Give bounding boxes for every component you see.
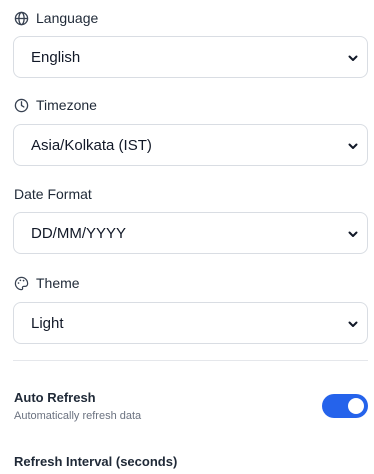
- timezone-label: Timezone: [14, 97, 97, 113]
- chevron-down-icon: [347, 51, 359, 63]
- timezone-select[interactable]: Asia/Kolkata (IST): [13, 124, 368, 166]
- theme-select[interactable]: Light: [13, 302, 368, 344]
- theme-label: Theme: [14, 275, 80, 291]
- auto-refresh-title: Auto Refresh: [14, 390, 96, 405]
- theme-label-text: Theme: [36, 275, 80, 291]
- toggle-knob: [348, 398, 364, 414]
- theme-selected-value: Light: [31, 314, 64, 332]
- date-format-selected-value: DD/MM/YYYY: [31, 224, 127, 242]
- section-divider: [13, 360, 368, 361]
- chevron-down-icon: [347, 227, 359, 239]
- auto-refresh-toggle[interactable]: [322, 394, 368, 418]
- language-label-text: Language: [36, 10, 99, 26]
- date-format-label-text: Date Format: [14, 186, 92, 202]
- language-select[interactable]: English: [13, 36, 368, 78]
- clock-icon: [14, 98, 29, 113]
- chevron-down-icon: [347, 139, 359, 151]
- auto-refresh-description: Automatically refresh data: [14, 410, 142, 422]
- language-selected-value: English: [31, 48, 81, 66]
- refresh-interval-label: Refresh Interval (seconds): [14, 454, 178, 469]
- language-label: Language: [14, 10, 98, 26]
- globe-icon: [14, 11, 29, 26]
- chevron-down-icon: [347, 317, 359, 329]
- timezone-selected-value: Asia/Kolkata (IST): [31, 136, 152, 154]
- date-format-label: Date Format: [14, 186, 92, 202]
- palette-icon: [14, 276, 29, 291]
- settings-panel: Language English Timezone Asia/Kolkata (…: [0, 0, 374, 474]
- timezone-label-text: Timezone: [36, 97, 97, 113]
- date-format-select[interactable]: DD/MM/YYYY: [13, 212, 368, 254]
